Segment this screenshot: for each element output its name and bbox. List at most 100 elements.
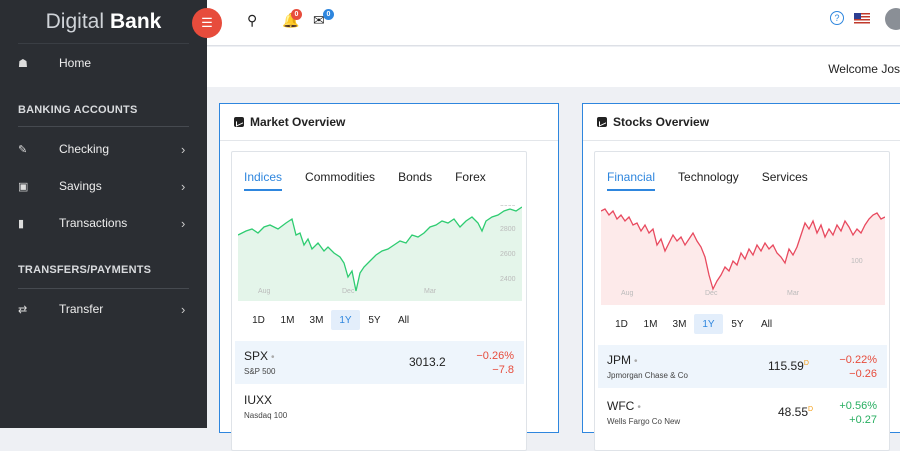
book-icon: ▮ bbox=[18, 217, 25, 230]
quote-row-iuxx[interactable]: IUXX Nasdaq 100 bbox=[235, 385, 524, 428]
range-1d[interactable]: 1D bbox=[244, 310, 273, 330]
symbol-text: WFC bbox=[607, 399, 635, 413]
top-bar: ⚲ 🔔 0 ✉ 0 ? bbox=[207, 0, 900, 46]
price-value: 115.59 bbox=[768, 359, 804, 373]
tab-bonds[interactable]: Bonds bbox=[398, 170, 432, 191]
tab-commodities[interactable]: Commodities bbox=[305, 170, 375, 191]
panel-header: Stocks Overview bbox=[583, 104, 900, 141]
sidebar-item-home[interactable]: ☗ Home bbox=[0, 51, 207, 75]
edit-icon: ✎ bbox=[18, 143, 28, 156]
range-all[interactable]: All bbox=[752, 314, 781, 334]
range-5y[interactable]: 5Y bbox=[360, 310, 389, 330]
panel-header: Market Overview bbox=[220, 104, 558, 141]
range-1m[interactable]: 1M bbox=[273, 310, 302, 330]
brand-logo[interactable]: Digital Bank bbox=[18, 0, 189, 44]
range-1y[interactable]: 1Y bbox=[331, 310, 360, 330]
quote-change: +0.56% +0.27 bbox=[839, 399, 877, 427]
y-axis-label: 2400 bbox=[500, 276, 516, 283]
sidebar-item-label: Savings bbox=[59, 179, 102, 193]
brand-light: Digital bbox=[45, 9, 104, 33]
sidebar-item-transfer[interactable]: ⇄ Transfer › bbox=[0, 297, 207, 321]
quote-price: 3013.2 bbox=[409, 355, 446, 369]
divider bbox=[18, 126, 189, 127]
y-axis-label: 2800 bbox=[500, 226, 516, 233]
range-1y[interactable]: 1Y bbox=[694, 314, 723, 334]
mail-badge: 0 bbox=[323, 9, 334, 20]
section-transfers-payments: TRANSFERS/PAYMENTS bbox=[18, 264, 152, 276]
quote-row-spx[interactable]: SPX • S&P 500 3013.2 −0.26% −7.8 bbox=[235, 341, 524, 384]
x-axis-label: Aug bbox=[258, 288, 271, 295]
chevron-right-icon: › bbox=[181, 141, 186, 157]
sidebar: Digital Bank ☗ Home BANKING ACCOUNTS ✎ Ch… bbox=[0, 0, 207, 428]
quote-change-pct: −0.26% bbox=[476, 350, 514, 362]
tab-services[interactable]: Services bbox=[762, 170, 808, 191]
market-overview-panel: Market Overview Indices Commodities Bond… bbox=[219, 103, 559, 451]
home-icon: ☗ bbox=[18, 57, 28, 70]
panel-title: Market Overview bbox=[250, 115, 346, 129]
quote-symbol: IUXX bbox=[244, 393, 273, 407]
range-all[interactable]: All bbox=[389, 310, 418, 330]
price-value: 48.55 bbox=[778, 405, 809, 419]
quote-symbol: SPX • bbox=[244, 349, 275, 363]
quote-change: −0.26% −7.8 bbox=[476, 349, 514, 377]
quote-change-abs: −7.8 bbox=[492, 364, 514, 376]
quote-name: S&P 500 bbox=[244, 367, 276, 376]
sidebar-item-checking[interactable]: ✎ Checking › bbox=[0, 137, 207, 161]
quote-change: −0.22% −0.26 bbox=[839, 353, 877, 381]
menu-toggle-button[interactable]: ☰ bbox=[192, 8, 222, 38]
quote-name: Jpmorgan Chase & Co bbox=[607, 371, 688, 380]
range-selector: 1D 1M 3M 1Y 5Y All bbox=[244, 310, 418, 330]
avatar[interactable] bbox=[885, 8, 900, 30]
quote-change-pct: +0.56% bbox=[839, 400, 877, 412]
money-icon: ▣ bbox=[18, 180, 29, 193]
market-tabs: Indices Commodities Bonds Forex bbox=[244, 170, 486, 191]
stocks-overview-panel: Stocks Overview Financial Technology Ser… bbox=[582, 103, 900, 451]
notification-badge: 0 bbox=[291, 9, 302, 20]
x-axis-label: Aug bbox=[621, 290, 634, 297]
help-icon[interactable]: ? bbox=[830, 11, 844, 25]
tab-forex[interactable]: Forex bbox=[455, 170, 486, 191]
quote-change-abs: +0.27 bbox=[849, 414, 877, 426]
quote-name: Nasdaq 100 bbox=[244, 411, 288, 420]
range-selector: 1D 1M 3M 1Y 5Y All bbox=[607, 314, 781, 334]
symbol-text: JPM bbox=[607, 353, 631, 367]
sidebar-item-label: Home bbox=[59, 56, 92, 70]
search-icon[interactable]: ⚲ bbox=[247, 12, 257, 29]
section-banking-accounts: BANKING ACCOUNTS bbox=[18, 104, 138, 116]
market-chart-area bbox=[238, 207, 522, 301]
quote-symbol: WFC • bbox=[607, 399, 641, 413]
sidebar-item-transactions[interactable]: ▮ Transactions › bbox=[0, 211, 207, 235]
x-axis-label: Mar bbox=[787, 290, 800, 297]
welcome-bar: Welcome Jos bbox=[207, 47, 900, 87]
range-3m[interactable]: 3M bbox=[302, 310, 331, 330]
range-3m[interactable]: 3M bbox=[665, 314, 694, 334]
x-axis-label: Mar bbox=[424, 288, 437, 295]
chart-icon bbox=[597, 117, 607, 127]
quote-name: Wells Fargo Co New bbox=[607, 417, 681, 426]
sidebar-item-label: Transactions bbox=[59, 216, 128, 230]
brand-bold: Bank bbox=[110, 9, 162, 33]
market-chart[interactable]: 3000 2800 2600 2400 Aug Dec Mar bbox=[238, 205, 522, 301]
market-widget: Indices Commodities Bonds Forex 3000 280… bbox=[231, 151, 527, 451]
quote-row-jpm[interactable]: JPM • Jpmorgan Chase & Co 115.59D −0.22% −… bbox=[598, 345, 887, 388]
tab-technology[interactable]: Technology bbox=[678, 170, 739, 191]
tab-indices[interactable]: Indices bbox=[244, 170, 283, 191]
dot-icon: • bbox=[271, 352, 275, 363]
sidebar-item-savings[interactable]: ▣ Savings › bbox=[0, 174, 207, 198]
us-flag-icon[interactable] bbox=[854, 13, 870, 24]
stocks-chart[interactable]: 100 Aug Dec Mar bbox=[601, 205, 885, 305]
quote-symbol: JPM • bbox=[607, 353, 638, 367]
tab-financial[interactable]: Financial bbox=[607, 170, 656, 191]
stocks-tabs: Financial Technology Services bbox=[607, 170, 808, 191]
welcome-text: Welcome Jos bbox=[828, 62, 900, 76]
range-1m[interactable]: 1M bbox=[636, 314, 665, 334]
quote-change-pct: −0.22% bbox=[839, 354, 877, 366]
range-1d[interactable]: 1D bbox=[607, 314, 636, 334]
chevron-right-icon: › bbox=[181, 301, 186, 317]
chart-icon bbox=[234, 117, 244, 127]
dot-icon: • bbox=[634, 356, 638, 367]
dot-icon: • bbox=[637, 402, 641, 413]
price-flag: D bbox=[803, 360, 809, 367]
x-axis-label: Dec bbox=[705, 290, 718, 297]
range-5y[interactable]: 5Y bbox=[723, 314, 752, 334]
